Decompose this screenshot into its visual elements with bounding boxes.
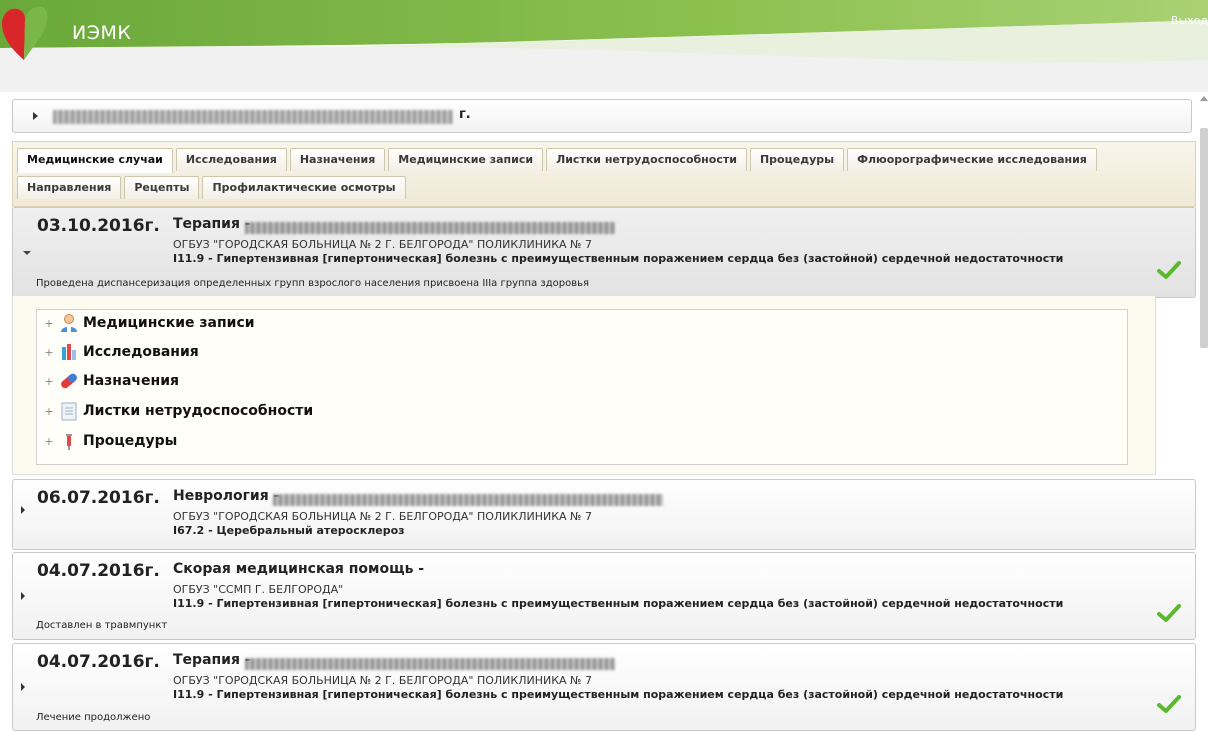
case-organization: ОГБУЗ "ССМП Г. БЕЛГОРОДА"	[173, 583, 344, 596]
tree-label: Листки нетрудоспособности	[83, 403, 314, 419]
doctor-name-redacted	[245, 658, 615, 670]
expand-plus-icon[interactable]: +	[41, 375, 57, 388]
tree-item-medical-records[interactable]: + Медицинские записи	[37, 310, 255, 336]
diagnosis-text: - Церебральный атеросклероз	[204, 524, 405, 537]
tab-row-1: Медицинские случаи Исследования Назначен…	[17, 148, 1097, 173]
case-date: 04.07.2016г.	[37, 561, 160, 581]
tab-procedures[interactable]: Процедуры	[749, 148, 845, 171]
case-diagnosis: I11.9 - Гипертензивная [гипертоническая]…	[173, 688, 1063, 701]
case-card[interactable]: 06.07.2016г. Неврология - ОГБУЗ "ГОРОДСК…	[12, 479, 1196, 550]
diagnosis-text: - Гипертензивная [гипертоническая] болез…	[204, 597, 1064, 610]
expand-plus-icon[interactable]: +	[41, 346, 57, 359]
tab-recipes[interactable]: Рецепты	[124, 176, 200, 199]
case-organization: ОГБУЗ "ГОРОДСКАЯ БОЛЬНИЦА № 2 Г. БЕЛГОРО…	[173, 238, 592, 251]
case-diagnosis: I11.9 - Гипертензивная [гипертоническая]…	[173, 252, 1063, 265]
tree-item-procedures[interactable]: + Процедуры	[37, 428, 177, 454]
tab-prescriptions[interactable]: Назначения	[289, 148, 386, 171]
doctor-name-redacted	[273, 494, 663, 506]
patient-name-redacted	[53, 110, 453, 124]
expand-plus-icon[interactable]: +	[41, 435, 57, 448]
case-details-tree: + Медицинские записи + Исследования + На…	[36, 309, 1128, 465]
patient-birth-suffix: г.	[459, 107, 471, 122]
patient-bar[interactable]: г.	[12, 99, 1192, 133]
document-icon	[61, 402, 77, 421]
case-specialty: Неврология -	[173, 488, 280, 504]
tab-studies[interactable]: Исследования	[175, 148, 287, 171]
expand-arrow-icon[interactable]	[33, 112, 38, 120]
case-note: Лечение продолжено	[36, 712, 151, 723]
diagnosis-code: I11.9	[173, 688, 205, 701]
diagnosis-code: I67.2	[173, 524, 205, 537]
case-card[interactable]: 04.07.2016г. Терапия - ОГБУЗ "ГОРОДСКАЯ …	[12, 643, 1196, 731]
expand-arrow-icon[interactable]	[21, 683, 25, 691]
scrollbar-thumb[interactable]	[1200, 128, 1208, 348]
case-card[interactable]: 04.07.2016г. Скорая медицинская помощь -…	[12, 552, 1196, 640]
header-banner	[0, 0, 1208, 92]
tree-label: Исследования	[83, 344, 199, 360]
case-card[interactable]: 03.10.2016г. Терапия - ОГБУЗ "ГОРОДСКАЯ …	[12, 207, 1196, 298]
tab-fluorography[interactable]: Флюорографические исследования	[847, 148, 1097, 171]
diagnosis-text: - Гипертензивная [гипертоническая] болез…	[204, 252, 1064, 265]
scroll-up-arrow-icon[interactable]	[1200, 96, 1208, 101]
collapse-arrow-icon[interactable]	[23, 251, 31, 255]
diagnosis-text: - Гипертензивная [гипертоническая] болез…	[204, 688, 1064, 701]
tree-label: Процедуры	[83, 433, 178, 449]
case-date: 06.07.2016г.	[37, 488, 160, 508]
expand-plus-icon[interactable]: +	[41, 405, 57, 418]
checkmark-icon	[1157, 604, 1181, 622]
diagnosis-code: I11.9	[173, 252, 205, 265]
tabs-panel: Медицинские случаи Исследования Назначен…	[12, 141, 1196, 207]
expand-arrow-icon[interactable]	[21, 592, 25, 600]
pill-icon	[61, 373, 77, 389]
expand-arrow-icon[interactable]	[21, 506, 25, 514]
tab-medical-records[interactable]: Медицинские записи	[388, 148, 544, 171]
tree-label: Медицинские записи	[83, 315, 255, 331]
logout-link[interactable]: Выход	[1171, 14, 1208, 27]
tree-item-sick-leaves[interactable]: + Листки нетрудоспособности	[37, 398, 313, 424]
doctor-name-redacted	[245, 222, 615, 234]
app-title: ИЭМК	[72, 22, 132, 44]
case-specialty: Терапия -	[173, 216, 251, 232]
case-note: Доставлен в травмпункт	[36, 620, 168, 631]
app-logo	[2, 6, 48, 60]
case-organization: ОГБУЗ "ГОРОДСКАЯ БОЛЬНИЦА № 2 Г. БЕЛГОРО…	[173, 510, 592, 523]
tab-row-2: Направления Рецепты Профилактические осм…	[17, 176, 406, 199]
case-specialty: Терапия -	[173, 652, 251, 668]
doctor-icon	[61, 314, 77, 332]
syringe-icon	[66, 434, 72, 450]
tab-referrals[interactable]: Направления	[17, 176, 122, 199]
case-specialty: Скорая медицинская помощь -	[173, 561, 425, 577]
case-note: Проведена диспансеризация определенных г…	[36, 278, 590, 289]
checkmark-icon	[1157, 695, 1181, 713]
case-diagnosis: I67.2 - Церебральный атеросклероз	[173, 524, 405, 537]
tab-sick-leaves[interactable]: Листки нетрудоспособности	[546, 148, 747, 171]
tab-medical-cases[interactable]: Медицинские случаи	[17, 148, 173, 173]
tree-item-prescriptions[interactable]: + Назначения	[37, 368, 179, 394]
case-diagnosis: I11.9 - Гипертензивная [гипертоническая]…	[173, 597, 1063, 610]
tree-label: Назначения	[83, 373, 179, 389]
app-header: ИЭМК Выход	[0, 0, 1208, 92]
expand-plus-icon[interactable]: +	[41, 317, 57, 330]
case-organization: ОГБУЗ "ГОРОДСКАЯ БОЛЬНИЦА № 2 Г. БЕЛГОРО…	[173, 674, 592, 687]
diagnosis-code: I11.9	[173, 597, 205, 610]
case-date: 03.10.2016г.	[37, 216, 160, 236]
tree-item-studies[interactable]: + Исследования	[37, 339, 199, 365]
tab-checkups[interactable]: Профилактические осмотры	[202, 176, 406, 199]
case-date: 04.07.2016г.	[37, 652, 160, 672]
checkmark-icon	[1157, 261, 1181, 279]
lab-flask-icon	[62, 344, 76, 360]
